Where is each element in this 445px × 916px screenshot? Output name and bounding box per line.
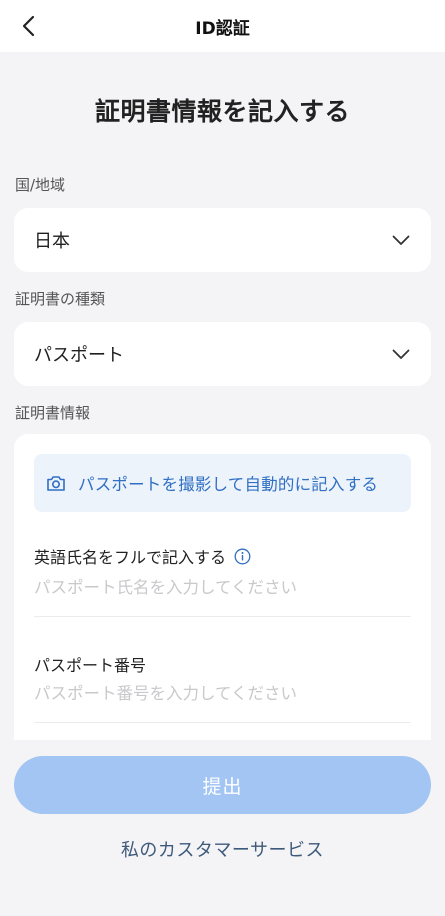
chevron-down-icon [391,230,411,250]
document-info-label: 証明書情報 [15,404,91,422]
country-label: 国/地域 [15,176,66,194]
scan-passport-text: パスポートを撮影して自動的に記入する [78,475,379,494]
full-name-label-row: 英語氏名をフルで記入する [34,544,251,568]
chevron-left-icon [22,15,35,37]
passport-number-label: パスポート番号 [34,656,147,675]
customer-service-link[interactable]: 私のカスタマーサービス [0,836,445,862]
camera-icon [46,472,68,494]
divider [34,722,411,723]
document-type-label: 証明書の種類 [15,290,106,308]
divider [34,616,411,617]
country-select[interactable]: 日本 [14,208,431,272]
document-type-select[interactable]: パスポート [14,322,431,386]
back-button[interactable] [12,10,44,42]
nav-bar: ID認証 [0,0,445,52]
document-info-card: パスポートを撮影して自動的に記入する 英語氏名をフルで記入する パスポート番号 [14,434,431,740]
submit-button[interactable]: 提出 [14,756,431,814]
info-icon[interactable] [234,548,251,565]
passport-number-input[interactable] [34,678,411,708]
page-title: 証明書情報を記入する [94,97,350,126]
country-value: 日本 [34,231,70,252]
document-type-value: パスポート [34,345,124,366]
nav-title: ID認証 [195,18,250,39]
scan-passport-button[interactable]: パスポートを撮影して自動的に記入する [34,454,411,512]
chevron-down-icon [391,344,411,364]
full-name-label: 英語氏名をフルで記入する [34,548,227,567]
full-name-input[interactable] [34,572,411,602]
